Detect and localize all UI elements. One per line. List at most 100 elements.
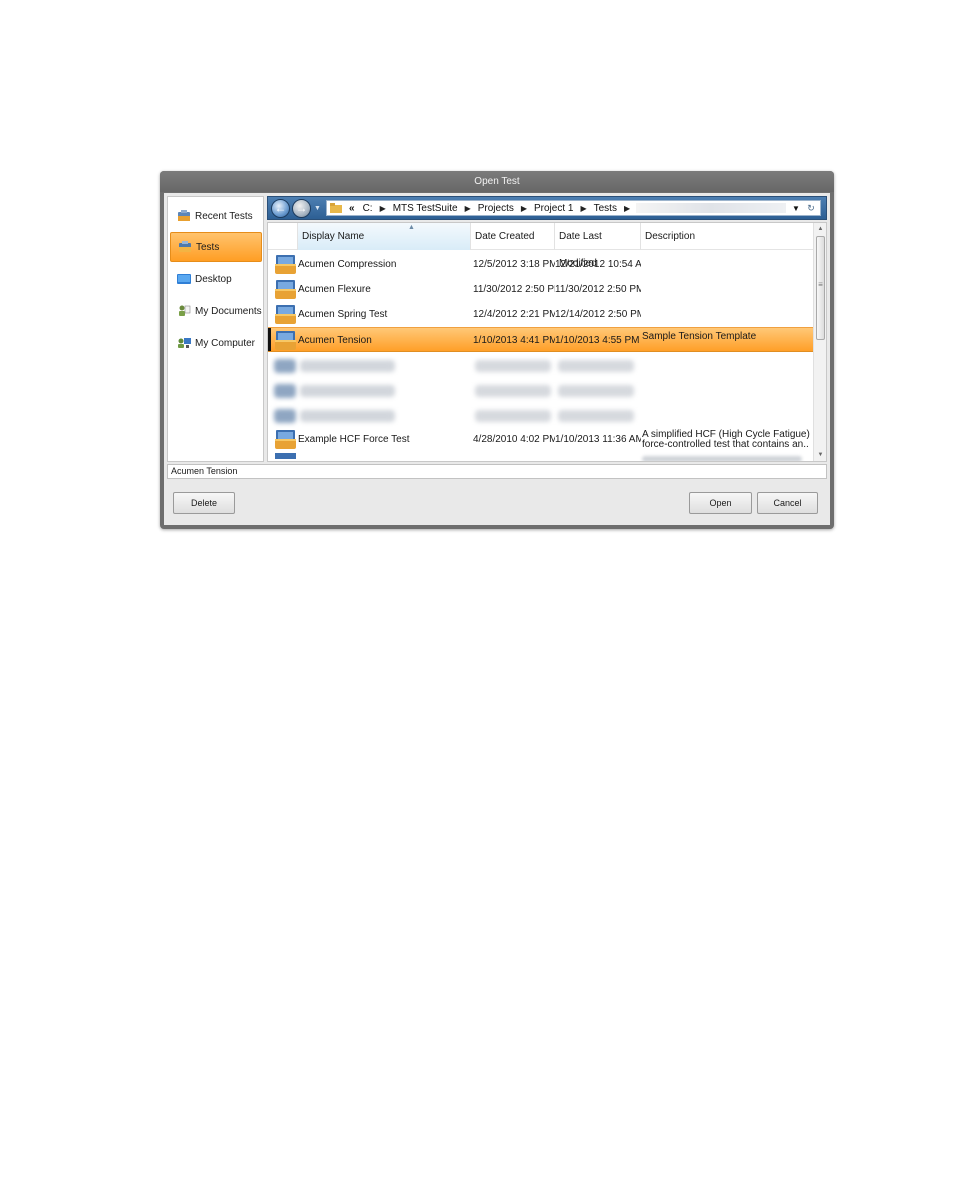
breadcrumb-blank-area[interactable] [636, 203, 786, 213]
cell-description: Sample Tension Template [642, 331, 757, 342]
place-label: My Computer [195, 337, 256, 349]
cell-display-name: Acumen Compression [298, 259, 397, 270]
redacted-text [475, 410, 551, 422]
breadcrumb-separator-icon[interactable]: ▶ [622, 204, 632, 213]
file-name-field[interactable]: Acumen Tension [167, 464, 827, 479]
column-header-label: Description [645, 231, 696, 242]
recent-locations-dropdown-icon[interactable]: ▼ [314, 205, 321, 212]
test-file-icon [275, 255, 296, 274]
forward-button[interactable]: → [292, 199, 311, 218]
test-file-icon [275, 305, 296, 324]
redacted-text [558, 385, 634, 397]
column-header-display-name[interactable]: ▲ Display Name [298, 223, 471, 250]
cell-date-modified: 1/10/2013 11:36 AM [555, 434, 641, 445]
redacted-text [475, 385, 551, 397]
test-file-icon [275, 453, 296, 459]
redacted-text [300, 410, 395, 422]
breadcrumb-overflow[interactable]: « [346, 203, 358, 214]
breadcrumb-item[interactable]: Project 1 [529, 203, 578, 214]
test-file-icon [275, 280, 296, 299]
cell-display-name: Acumen Spring Test [298, 309, 388, 320]
grip-icon: ≡ [818, 280, 823, 289]
cell-date-created: 1/10/2013 4:41 PM [473, 335, 555, 346]
redacted-file-icon [274, 359, 296, 373]
column-header-description[interactable]: Description [641, 223, 813, 250]
breadcrumb[interactable]: « C: ▶ MTS TestSuite ▶ Projects ▶ Projec… [326, 200, 821, 216]
table-row[interactable]: Example HCF Force Test 4/28/2010 4:02 PM… [268, 427, 813, 452]
redacted-file-icon [274, 409, 296, 423]
redacted-text [475, 360, 551, 372]
place-desktop[interactable]: Desktop [170, 264, 262, 294]
column-header-date-last-modified[interactable]: Date Last Modified [555, 223, 641, 269]
redacted-text [558, 410, 634, 422]
cell-date-created: 4/28/2010 4:02 PM [473, 434, 555, 445]
breadcrumb-item[interactable]: Projects [473, 203, 519, 214]
places-panel: Recent Tests Tests Desktop My Documents … [167, 196, 264, 462]
open-button[interactable]: Open [689, 492, 752, 514]
cell-date-created: 11/30/2012 2:50 PM [473, 284, 555, 295]
place-my-documents[interactable]: My Documents [170, 296, 262, 326]
test-file-icon [275, 430, 296, 449]
place-label: Desktop [195, 273, 232, 285]
cell-date-modified: 1/10/2013 4:55 PM [555, 335, 640, 346]
column-header-label: Display Name [302, 231, 365, 242]
table-row[interactable]: Acumen Compression 12/5/2012 3:18 PM 12/… [268, 252, 813, 277]
folder-icon [330, 203, 342, 213]
table-row-redacted[interactable] [268, 377, 813, 402]
cell-date-modified: 12/14/2012 2:50 PM [555, 309, 641, 320]
desktop-icon [177, 274, 191, 284]
vertical-scrollbar[interactable]: ▲ ≡ ▼ [813, 223, 826, 461]
back-arrow-icon: ← [274, 201, 287, 215]
place-label: My Documents [195, 305, 262, 317]
cell-date-modified: 11/30/2012 2:50 PM [555, 284, 641, 295]
open-test-dialog: Open Test Recent Tests Tests Desktop My … [160, 171, 834, 529]
breadcrumb-separator-icon[interactable]: ▶ [578, 204, 588, 213]
breadcrumb-separator-icon[interactable]: ▶ [519, 204, 529, 213]
sort-ascending-icon: ▲ [408, 224, 415, 231]
address-dropdown-icon[interactable]: ▼ [790, 204, 802, 213]
cell-date-modified: 12/21/2012 10:54 AM [555, 259, 641, 270]
breadcrumb-separator-icon[interactable]: ▶ [463, 204, 473, 213]
address-bar: ← → ▼ « C: ▶ MTS TestSuite ▶ Projects ▶ … [267, 196, 827, 220]
column-header-label: Date Created [475, 231, 535, 242]
place-tests[interactable]: Tests [170, 232, 262, 262]
dialog-title: Open Test [160, 171, 834, 192]
redacted-text [642, 456, 802, 461]
column-header-date-created[interactable]: Date Created [471, 223, 555, 250]
breadcrumb-item[interactable]: MTS TestSuite [388, 203, 463, 214]
table-row-partial[interactable] [268, 452, 813, 461]
breadcrumb-item[interactable]: Tests [589, 203, 622, 214]
cancel-button[interactable]: Cancel [757, 492, 818, 514]
column-header-icon [268, 223, 298, 250]
breadcrumb-item[interactable]: C: [358, 203, 378, 214]
refresh-icon[interactable]: ↻ [802, 203, 820, 214]
scroll-up-icon[interactable]: ▲ [814, 223, 826, 235]
table-row[interactable]: Acumen Flexure 11/30/2012 2:50 PM 11/30/… [268, 277, 813, 302]
redacted-text [558, 360, 634, 372]
recent-tests-icon [178, 210, 190, 221]
delete-button[interactable]: Delete [173, 492, 235, 514]
table-row-selected[interactable]: Acumen Tension 1/10/2013 4:41 PM 1/10/20… [268, 327, 813, 352]
place-recent-tests[interactable]: Recent Tests [170, 201, 262, 231]
cell-display-name: Acumen Flexure [298, 284, 371, 295]
redacted-file-icon [274, 384, 296, 398]
dialog-body: Recent Tests Tests Desktop My Documents … [164, 193, 830, 525]
table-row[interactable]: Acumen Spring Test 12/4/2012 2:21 PM 12/… [268, 302, 813, 327]
scrollbar-thumb[interactable]: ≡ [816, 236, 825, 340]
forward-arrow-icon: → [295, 201, 308, 215]
table-row-redacted[interactable] [268, 352, 813, 377]
cell-description: A simplified HCF (High Cycle Fatigue) fo… [642, 429, 810, 450]
my-documents-icon [179, 305, 191, 316]
test-file-icon [275, 331, 296, 350]
scroll-down-icon[interactable]: ▼ [814, 449, 826, 461]
my-computer-icon [178, 338, 191, 348]
cell-date-created: 12/4/2012 2:21 PM [473, 309, 555, 320]
back-button[interactable]: ← [271, 199, 290, 218]
place-my-computer[interactable]: My Computer [170, 328, 262, 358]
place-label: Recent Tests [195, 210, 253, 222]
table-row-redacted[interactable] [268, 402, 813, 427]
redacted-text [300, 360, 395, 372]
tests-folder-icon [179, 241, 191, 252]
breadcrumb-separator-icon[interactable]: ▶ [378, 204, 388, 213]
cell-date-created: 12/5/2012 3:18 PM [473, 259, 555, 270]
